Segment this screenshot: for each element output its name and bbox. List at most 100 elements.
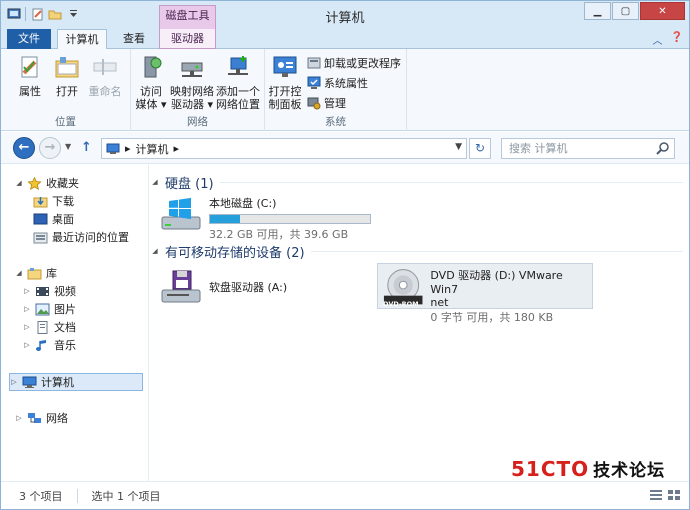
open-control-panel-button[interactable]: 打开控 制面板 (267, 53, 303, 111)
selected-count: 选中 1 个项目 (91, 489, 161, 503)
floppy-drive-a-tile[interactable]: 软盘驱动器 (A:) (159, 267, 359, 307)
downloads-icon (33, 196, 48, 207)
uninstall-program-button[interactable]: 卸载或更改程序 (307, 55, 401, 71)
nav-pictures[interactable]: ▷ 图片 (23, 300, 76, 318)
divider (219, 181, 683, 183)
tab-file[interactable]: 文件 (7, 29, 51, 49)
removable-section-header[interactable]: ◢ 有可移动存储的设备 (2) (151, 241, 683, 261)
search-icon[interactable] (656, 142, 669, 155)
nav-network[interactable]: ▷ 网络 (15, 409, 68, 427)
manage-button[interactable]: 管理 (307, 95, 346, 111)
network-drive-icon (181, 62, 203, 77)
recent-locations-icon[interactable]: ▼ (65, 142, 71, 151)
up-button[interactable]: ↑ (81, 140, 92, 155)
dvd-drive-d-tile[interactable]: DVD-ROM DVD 驱动器 (D:) VMware Win7 net 0 字… (377, 263, 593, 324)
rename-icon (93, 59, 117, 75)
location-group: 属性 打开 重命名 位置 (1, 49, 131, 131)
item-count: 3 个项目 (19, 489, 63, 503)
forward-arrow-icon: → (44, 140, 56, 155)
drive-usage-text: 32.2 GB 可用，共 39.6 GB (209, 228, 349, 241)
maximize-button[interactable]: ▢ (612, 2, 639, 20)
tab-computer[interactable]: 计算机 (57, 29, 107, 50)
local-disk-c-tile[interactable]: 本地磁盘 (C:) 32.2 GB 可用，共 39.6 GB (159, 195, 379, 241)
nav-computer[interactable]: ▷ 计算机 (9, 373, 143, 391)
access-media-button[interactable]: 访问 媒体 ▾ (133, 53, 169, 111)
expand-triangle-icon[interactable]: ◢ (15, 179, 23, 187)
collapse-triangle-icon[interactable]: ▷ (10, 378, 18, 386)
nav-videos[interactable]: ▷ 视频 (23, 282, 76, 300)
nav-music[interactable]: ▷ 音乐 (23, 336, 76, 354)
back-arrow-icon: ← (18, 140, 30, 155)
navigation-pane: ◢ 收藏夹 下载 桌面 最近访问的位置 ◢ 库 ▷ 视频 ▷ 图片 ▷ 文档 ▷… (1, 165, 149, 481)
hard-disks-section-header[interactable]: ◢ 硬盘 (1) (151, 172, 683, 192)
map-network-drive-button[interactable]: 映射网络 驱动器 ▾ (169, 53, 215, 111)
system-group-label: 系统 (325, 116, 346, 128)
minimize-button[interactable]: ▁ (584, 2, 611, 20)
disk-usage-bar (209, 214, 371, 224)
collapse-triangle-icon[interactable]: ◢ (151, 178, 159, 186)
add-network-location-button[interactable]: 添加一个 网络位置 (215, 53, 261, 111)
expand-triangle-icon[interactable]: ◢ (15, 269, 23, 277)
dvd-badge: DVD-ROM (383, 300, 419, 308)
documents-icon (37, 320, 48, 334)
disk-usage-fill (210, 215, 241, 223)
window-controls: ▁ ▢ ✕ (584, 2, 685, 20)
forward-button[interactable]: → (39, 137, 61, 159)
ribbon-right-controls: ︿ ❓ (653, 32, 683, 47)
open-button[interactable]: 打开 (49, 53, 85, 98)
media-server-icon (144, 56, 162, 78)
drive-name: 本地磁盘 (C:) (209, 197, 277, 210)
content-area: ◢ 硬盘 (1) 本地磁盘 (C:) 32.2 GB 可用，共 39.6 GB … (151, 165, 687, 481)
system-properties-icon (307, 76, 321, 89)
uninstall-icon (307, 57, 321, 69)
drive-name-line2: net (430, 296, 449, 309)
refresh-button[interactable]: ↻ (469, 138, 491, 159)
address-dropdown-icon[interactable]: ▼ (455, 142, 462, 152)
view-switcher (649, 489, 681, 501)
nav-favorites[interactable]: ◢ 收藏夹 (15, 174, 79, 192)
manage-icon (307, 97, 321, 110)
star-icon (27, 176, 42, 190)
nav-recent-places[interactable]: 最近访问的位置 (33, 228, 129, 246)
search-input[interactable]: 搜索 计算机 (501, 138, 675, 159)
computer-icon (106, 143, 120, 154)
nav-downloads[interactable]: 下载 (33, 192, 74, 210)
system-properties-button[interactable]: 系统属性 (307, 75, 368, 91)
tab-drive[interactable]: 驱动器 (159, 29, 216, 49)
help-icon[interactable]: ❓ (671, 32, 683, 47)
nav-documents[interactable]: ▷ 文档 (23, 318, 76, 336)
music-icon (36, 339, 46, 351)
divider (310, 250, 683, 252)
breadcrumb-computer[interactable]: 计算机 (136, 141, 169, 157)
collapse-triangle-icon[interactable]: ▷ (15, 414, 23, 422)
location-group-label: 位置 (55, 116, 76, 128)
properties-button[interactable]: 属性 (11, 53, 49, 98)
title-bar: 磁盘工具 计算机 ▁ ▢ ✕ (1, 1, 689, 29)
nav-libraries[interactable]: ◢ 库 (15, 264, 57, 282)
rename-button[interactable]: 重命名 (85, 53, 125, 98)
floppy-drive-icon (161, 270, 201, 303)
collapse-triangle-icon[interactable]: ◢ (151, 247, 159, 255)
breadcrumb-separator-icon[interactable]: ▸ (174, 142, 180, 155)
maximize-icon: ▢ (620, 5, 631, 17)
computer-icon (22, 376, 37, 388)
collapse-triangle-icon[interactable]: ▷ (23, 341, 31, 349)
tab-view[interactable]: 查看 (115, 29, 153, 49)
network-icon (28, 412, 41, 423)
collapse-triangle-icon[interactable]: ▷ (23, 287, 31, 295)
collapse-triangle-icon[interactable]: ▷ (23, 305, 31, 313)
collapse-triangle-icon[interactable]: ▷ (23, 323, 31, 331)
control-panel-icon (273, 56, 297, 77)
breadcrumb-separator-icon[interactable]: ▸ (125, 142, 131, 155)
details-view-icon[interactable] (649, 489, 663, 501)
nav-desktop[interactable]: 桌面 (33, 210, 74, 228)
collapse-ribbon-icon[interactable]: ︿ (653, 32, 663, 47)
back-button[interactable]: ← (13, 137, 35, 159)
explorer-window: 磁盘工具 计算机 ▁ ▢ ✕ 文件 计算机 查看 驱动器 ︿ ❓ 属性 打开 重… (0, 0, 690, 510)
tiles-view-icon[interactable] (667, 489, 681, 501)
address-bar[interactable]: ▸ 计算机 ▸ ▼ (101, 138, 467, 159)
close-button[interactable]: ✕ (640, 2, 685, 20)
network-group-label: 网络 (187, 116, 208, 128)
pictures-icon (35, 303, 50, 315)
drive-name: 软盘驱动器 (A:) (209, 281, 288, 294)
